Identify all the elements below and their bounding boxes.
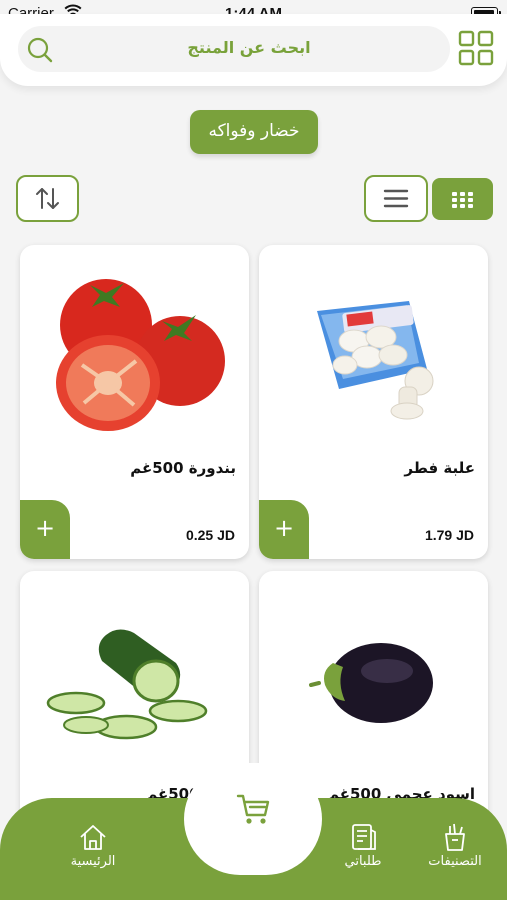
nav-label-orders: طلباتي — [344, 854, 382, 869]
search-icon[interactable] — [26, 36, 54, 64]
product-name: علبة فطر — [404, 459, 475, 477]
grid-view-button[interactable] — [432, 178, 493, 220]
sort-button[interactable] — [16, 175, 79, 222]
list-view-button[interactable] — [364, 175, 428, 222]
list-icon — [383, 189, 409, 208]
nav-label-home: الرئيسية — [70, 854, 116, 869]
eggplant-image — [309, 643, 433, 723]
header: ابحث عن المنتج — [0, 14, 507, 86]
mushroom-box-image — [317, 301, 434, 420]
nav-item-home[interactable]: الرئيسية — [48, 822, 138, 869]
tomato-image — [56, 279, 225, 431]
orders-icon — [352, 824, 376, 850]
grid-dots-icon — [452, 192, 473, 208]
search-input[interactable]: ابحث عن المنتج — [18, 26, 450, 72]
sort-icon — [36, 188, 59, 209]
product-price: 0.25 JD — [185, 527, 235, 543]
product-price: 1.79 JD — [424, 527, 474, 543]
category-chip[interactable]: خضار وفواكه — [190, 110, 318, 154]
cart-icon — [236, 794, 270, 824]
product-card-mushroom[interactable]: علبة فطر 1.79 JD + — [259, 245, 488, 559]
nav-item-orders[interactable]: طلباتي — [318, 822, 408, 869]
add-to-cart-button[interactable]: + — [20, 500, 70, 559]
add-to-cart-button[interactable]: + — [259, 500, 309, 559]
product-card-tomato[interactable]: بندورة 500غم 0.25 JD + — [20, 245, 249, 559]
home-icon — [80, 825, 106, 850]
nav-item-categories[interactable]: التصنيفات — [410, 822, 500, 869]
product-name: بندورة 500غم — [130, 459, 236, 477]
categories-grid-icon[interactable] — [458, 30, 494, 66]
cucumber-image — [46, 629, 208, 740]
search-placeholder: ابحث عن المنتج — [187, 38, 311, 57]
grocery-bag-icon — [445, 823, 465, 851]
cart-button[interactable] — [184, 763, 322, 875]
nav-label-categories: التصنيفات — [428, 854, 482, 869]
